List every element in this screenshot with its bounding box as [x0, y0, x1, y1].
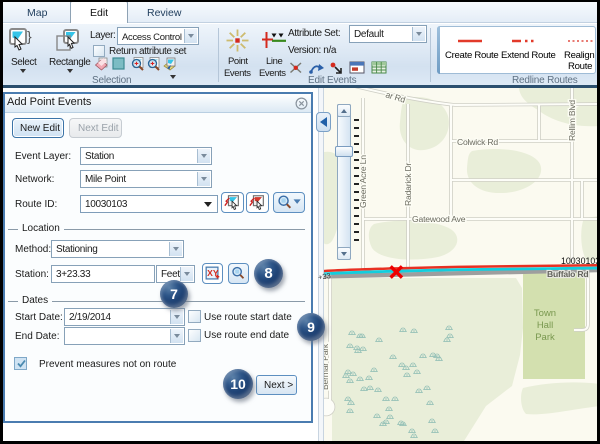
- svg-text:Buffalo Rd: Buffalo Rd: [547, 269, 588, 279]
- svg-text:Realign: Realign: [564, 50, 594, 61]
- svg-text:Rellim Blvd: Rellim Blvd: [567, 100, 577, 141]
- svg-text:Town: Town: [534, 308, 556, 319]
- svg-text:Colwick Rd: Colwick Rd: [457, 137, 498, 147]
- svg-text:10030103: 10030103: [561, 256, 598, 266]
- svg-text:Extend Route: Extend Route: [501, 50, 556, 61]
- svg-text:Green Acre Ln: Green Acre Ln: [358, 155, 368, 208]
- svg-text:Radarick Dr: Radarick Dr: [403, 162, 413, 206]
- svg-text:Hall: Hall: [537, 320, 553, 331]
- svg-text:Park: Park: [535, 332, 555, 343]
- svg-text:Gatewood Ave: Gatewood Ave: [412, 214, 466, 224]
- svg-text:}: }: [27, 28, 32, 44]
- svg-text:Create Route: Create Route: [445, 50, 498, 61]
- svg-text:Route: Route: [568, 61, 592, 72]
